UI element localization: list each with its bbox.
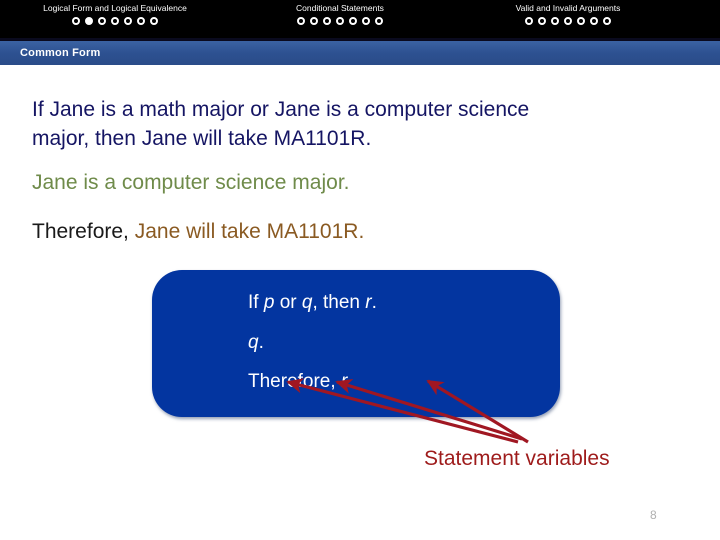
form-line-3-end: .	[347, 371, 353, 392]
nav-dot[interactable]	[124, 17, 132, 25]
nav-dot[interactable]	[349, 17, 357, 25]
nav-dot[interactable]	[362, 17, 370, 25]
form-line-1-prefix: If	[248, 292, 264, 313]
conclusion-text: Therefore, Jane will take MA1101R.	[32, 217, 364, 246]
section-title: Common Form	[20, 47, 101, 59]
form-line-1-end: .	[371, 292, 377, 313]
premise-2-text: Jane is a computer science major.	[32, 171, 350, 194]
nav-progress-dots[interactable]	[468, 17, 668, 25]
statement-variables-caption: Statement variables	[424, 447, 610, 470]
nav-dot[interactable]	[297, 17, 305, 25]
nav-dot[interactable]	[310, 17, 318, 25]
nav-group-label: Logical Form and Logical Equivalence	[43, 3, 187, 13]
nav-dot[interactable]	[525, 17, 533, 25]
nav-progress-dots[interactable]	[245, 17, 435, 25]
form-line-3: Therefore, r.	[248, 371, 353, 393]
conclusion-lead: Therefore,	[32, 220, 135, 243]
statement-variable-p: p	[263, 292, 275, 313]
nav-group-label: Conditional Statements	[296, 3, 384, 13]
form-line-1: If p or q, then r.	[248, 292, 377, 314]
conclusion-tail: Jane will take MA1101R.	[134, 220, 365, 243]
nav-dot[interactable]	[551, 17, 559, 25]
nav-dot[interactable]	[98, 17, 106, 25]
section-title-band: Common Form	[0, 41, 720, 65]
nav-group-valid-invalid-arguments[interactable]: Valid and Invalid Arguments	[468, 3, 668, 25]
nav-dot[interactable]	[111, 17, 119, 25]
slide-content: If Jane is a math major or Jane is a com…	[0, 65, 720, 540]
nav-dot[interactable]	[336, 17, 344, 25]
nav-dot-active[interactable]	[85, 17, 93, 25]
nav-dot[interactable]	[137, 17, 145, 25]
statement-variable-q: q	[301, 292, 313, 313]
nav-dot[interactable]	[150, 17, 158, 25]
form-line-2: q.	[248, 332, 264, 354]
nav-dot[interactable]	[375, 17, 383, 25]
nav-group-conditional-statements[interactable]: Conditional Statements	[245, 3, 435, 25]
form-line-1-mid: or	[274, 292, 302, 313]
nav-dot[interactable]	[538, 17, 546, 25]
nav-group-logical-form[interactable]: Logical Form and Logical Equivalence	[10, 3, 220, 25]
form-line-2-end: .	[258, 332, 264, 353]
nav-progress-dots[interactable]	[10, 17, 220, 25]
nav-dot[interactable]	[564, 17, 572, 25]
nav-dot[interactable]	[72, 17, 80, 25]
nav-group-label: Valid and Invalid Arguments	[515, 3, 621, 13]
statement-variable-q: q	[248, 332, 259, 353]
nav-dot[interactable]	[590, 17, 598, 25]
page-number: 8	[650, 508, 657, 522]
form-line-3-prefix: Therefore,	[248, 371, 341, 392]
nav-dot[interactable]	[577, 17, 585, 25]
form-line-1-suffix: , then	[312, 292, 366, 313]
top-navigation-bar: Logical Form and Logical Equivalence Con…	[0, 0, 720, 38]
premise-1-text: If Jane is a math major or Jane is a com…	[32, 98, 530, 150]
nav-dot[interactable]	[323, 17, 331, 25]
nav-dot[interactable]	[603, 17, 611, 25]
common-form-box: If p or q, then r. q. Therefore, r.	[152, 270, 560, 417]
